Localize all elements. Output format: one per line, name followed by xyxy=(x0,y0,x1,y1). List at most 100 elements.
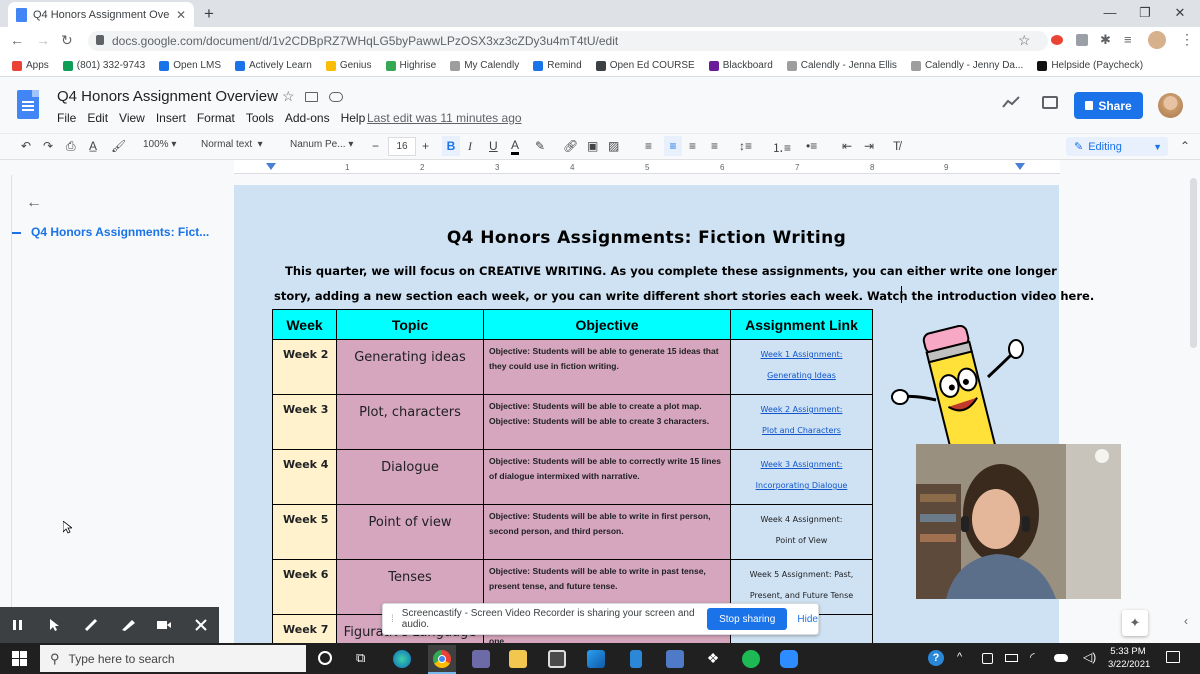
extension-icon[interactable] xyxy=(1076,34,1088,46)
bookmark-item[interactable]: Open LMS xyxy=(159,60,221,71)
edge-icon[interactable] xyxy=(393,650,411,668)
taskbar-search[interactable]: ⚲ Type here to search xyxy=(40,645,306,672)
decrease-indent-icon[interactable]: ⇤ xyxy=(842,139,852,153)
user-avatar[interactable] xyxy=(1158,93,1183,118)
battery-icon[interactable] xyxy=(1005,654,1018,662)
reading-list-icon[interactable]: ≡ xyxy=(1124,32,1132,47)
move-folder-icon[interactable] xyxy=(305,92,318,102)
bookmark-item[interactable]: Open Ed COURSE xyxy=(595,60,695,71)
onedrive-icon[interactable] xyxy=(1054,654,1068,662)
azure-icon[interactable] xyxy=(587,650,605,668)
bulleted-list-icon[interactable]: •≡ xyxy=(806,139,817,153)
assignment-link[interactable]: Week 1 Assignment: xyxy=(732,344,872,365)
insert-image-icon[interactable]: ▨ xyxy=(608,139,619,153)
calculator-icon[interactable] xyxy=(666,650,684,668)
assignment-link[interactable]: Week 3 Assignment: xyxy=(732,454,872,475)
bookmark-item[interactable]: Genius xyxy=(325,60,372,71)
pause-icon[interactable] xyxy=(0,607,37,643)
browser-tab[interactable]: Q4 Honors Assignment Overvie ✕ xyxy=(8,2,194,27)
highlight-icon[interactable]: ✎ xyxy=(535,139,545,153)
undo-icon[interactable]: ↶ xyxy=(21,139,31,153)
ruler-indent-marker[interactable] xyxy=(266,163,276,170)
extension-icon[interactable] xyxy=(1051,35,1063,45)
menu-edit[interactable]: Edit xyxy=(87,111,108,125)
outline-heading-item[interactable]: Q4 Honors Assignments: Fict... xyxy=(31,225,209,239)
dropbox-icon[interactable]: ❖ xyxy=(704,650,722,668)
cortana-icon[interactable] xyxy=(318,651,332,665)
file-explorer-icon[interactable] xyxy=(509,650,527,668)
insert-link-icon[interactable]: 🔗︎ xyxy=(563,139,578,153)
tray-app-icon[interactable] xyxy=(982,653,993,664)
align-right-icon[interactable]: ≡ xyxy=(689,139,696,153)
profile-avatar[interactable] xyxy=(1148,31,1166,49)
chrome-icon[interactable] xyxy=(428,645,456,674)
numbered-list-icon[interactable]: ⒈≡ xyxy=(772,139,791,156)
reload-icon[interactable]: ↻ xyxy=(61,32,73,49)
clear-formatting-icon[interactable]: T̸ xyxy=(893,139,900,153)
decrease-font-icon[interactable]: − xyxy=(372,139,379,153)
new-tab-button[interactable]: + xyxy=(204,4,214,24)
assignment-link[interactable]: Plot and Characters xyxy=(732,420,872,441)
increase-indent-icon[interactable]: ⇥ xyxy=(864,139,874,153)
italic-icon[interactable]: I xyxy=(468,139,472,154)
pen-tool-icon[interactable] xyxy=(73,607,110,643)
cloud-status-icon[interactable] xyxy=(329,92,343,102)
zoom-select[interactable]: 100% ▾ xyxy=(143,139,176,150)
browser-menu-icon[interactable]: ⋮ xyxy=(1180,31,1194,48)
bold-icon[interactable]: B xyxy=(442,136,460,156)
menu-tools[interactable]: Tools xyxy=(246,111,274,125)
taskbar-clock[interactable]: 5:33 PM 3/22/2021 xyxy=(1108,645,1150,671)
phone-link-icon[interactable] xyxy=(630,650,642,668)
bookmark-item[interactable]: Calendly - Jenna Ellis xyxy=(786,60,897,71)
share-button[interactable]: Share xyxy=(1074,92,1143,119)
ruler-right-marker[interactable] xyxy=(1015,163,1025,170)
close-outline-icon[interactable]: ← xyxy=(26,194,42,212)
add-comment-icon[interactable]: ▣ xyxy=(587,139,598,153)
assignment-link[interactable]: Incorporating Dialogue xyxy=(732,475,872,496)
star-icon[interactable]: ☆ xyxy=(282,88,295,105)
text-color-icon[interactable]: A xyxy=(511,139,520,155)
menu-file[interactable]: File xyxy=(57,111,76,125)
bookmark-item[interactable]: My Calendly xyxy=(450,60,519,71)
help-icon[interactable]: ? xyxy=(928,650,944,666)
highlighter-tool-icon[interactable] xyxy=(110,607,147,643)
align-left-icon[interactable]: ≡ xyxy=(645,139,652,153)
menu-view[interactable]: View xyxy=(119,111,145,125)
forward-icon[interactable]: → xyxy=(36,32,50,48)
justify-icon[interactable]: ≡ xyxy=(711,139,718,153)
close-recorder-icon[interactable] xyxy=(183,607,220,643)
assignment-link-cell[interactable]: Week 1 Assignment: Generating Ideas xyxy=(730,339,873,395)
bookmark-item[interactable]: Helpside (Paycheck) xyxy=(1037,60,1143,71)
minimize-icon[interactable]: — xyxy=(1100,5,1120,20)
cursor-tool-icon[interactable] xyxy=(37,607,74,643)
side-panel-toggle-icon[interactable]: ‹ xyxy=(1184,614,1188,628)
menu-format[interactable]: Format xyxy=(197,111,235,125)
assignment-link-cell[interactable]: Week 2 Assignment: Plot and Characters xyxy=(730,394,873,450)
bookmark-item[interactable]: Actively Learn xyxy=(235,60,312,71)
bookmark-item[interactable]: Apps xyxy=(12,60,49,71)
extensions-puzzle-icon[interactable]: ✱ xyxy=(1100,32,1111,48)
bookmark-star-icon[interactable]: ☆ xyxy=(1018,32,1031,49)
assignment-link[interactable]: Generating Ideas xyxy=(732,365,872,386)
hide-menus-icon[interactable]: ⌃ xyxy=(1180,139,1190,153)
assignment-link[interactable]: Week 2 Assignment: xyxy=(732,399,872,420)
increase-font-icon[interactable]: + xyxy=(422,139,429,153)
bookmark-item[interactable]: (801) 332-9743 xyxy=(62,60,145,71)
back-icon[interactable]: ← xyxy=(10,32,24,48)
close-tab-icon[interactable]: ✕ xyxy=(176,8,186,22)
store-icon[interactable] xyxy=(548,650,566,668)
task-view-icon[interactable]: ⧉ xyxy=(356,650,365,666)
line-spacing-icon[interactable]: ↕≡ xyxy=(739,139,752,153)
menu-help[interactable]: Help xyxy=(341,111,366,125)
activity-trend-icon[interactable] xyxy=(1002,96,1020,108)
spellcheck-icon[interactable]: A̲ xyxy=(89,139,97,153)
style-select[interactable]: Normal text ▾ xyxy=(201,139,263,150)
webcam-video-overlay[interactable] xyxy=(916,444,1121,599)
comment-history-icon[interactable] xyxy=(1042,96,1058,109)
snipping-tool-icon[interactable] xyxy=(472,650,490,668)
wifi-icon[interactable]: ◜ xyxy=(1030,650,1035,664)
volume-icon[interactable]: ◁) xyxy=(1083,650,1096,664)
windows-start-icon[interactable] xyxy=(12,651,27,666)
assignment-link-cell[interactable]: Week 3 Assignment: Incorporating Dialogue xyxy=(730,449,873,505)
close-window-icon[interactable]: ✕ xyxy=(1170,5,1190,21)
